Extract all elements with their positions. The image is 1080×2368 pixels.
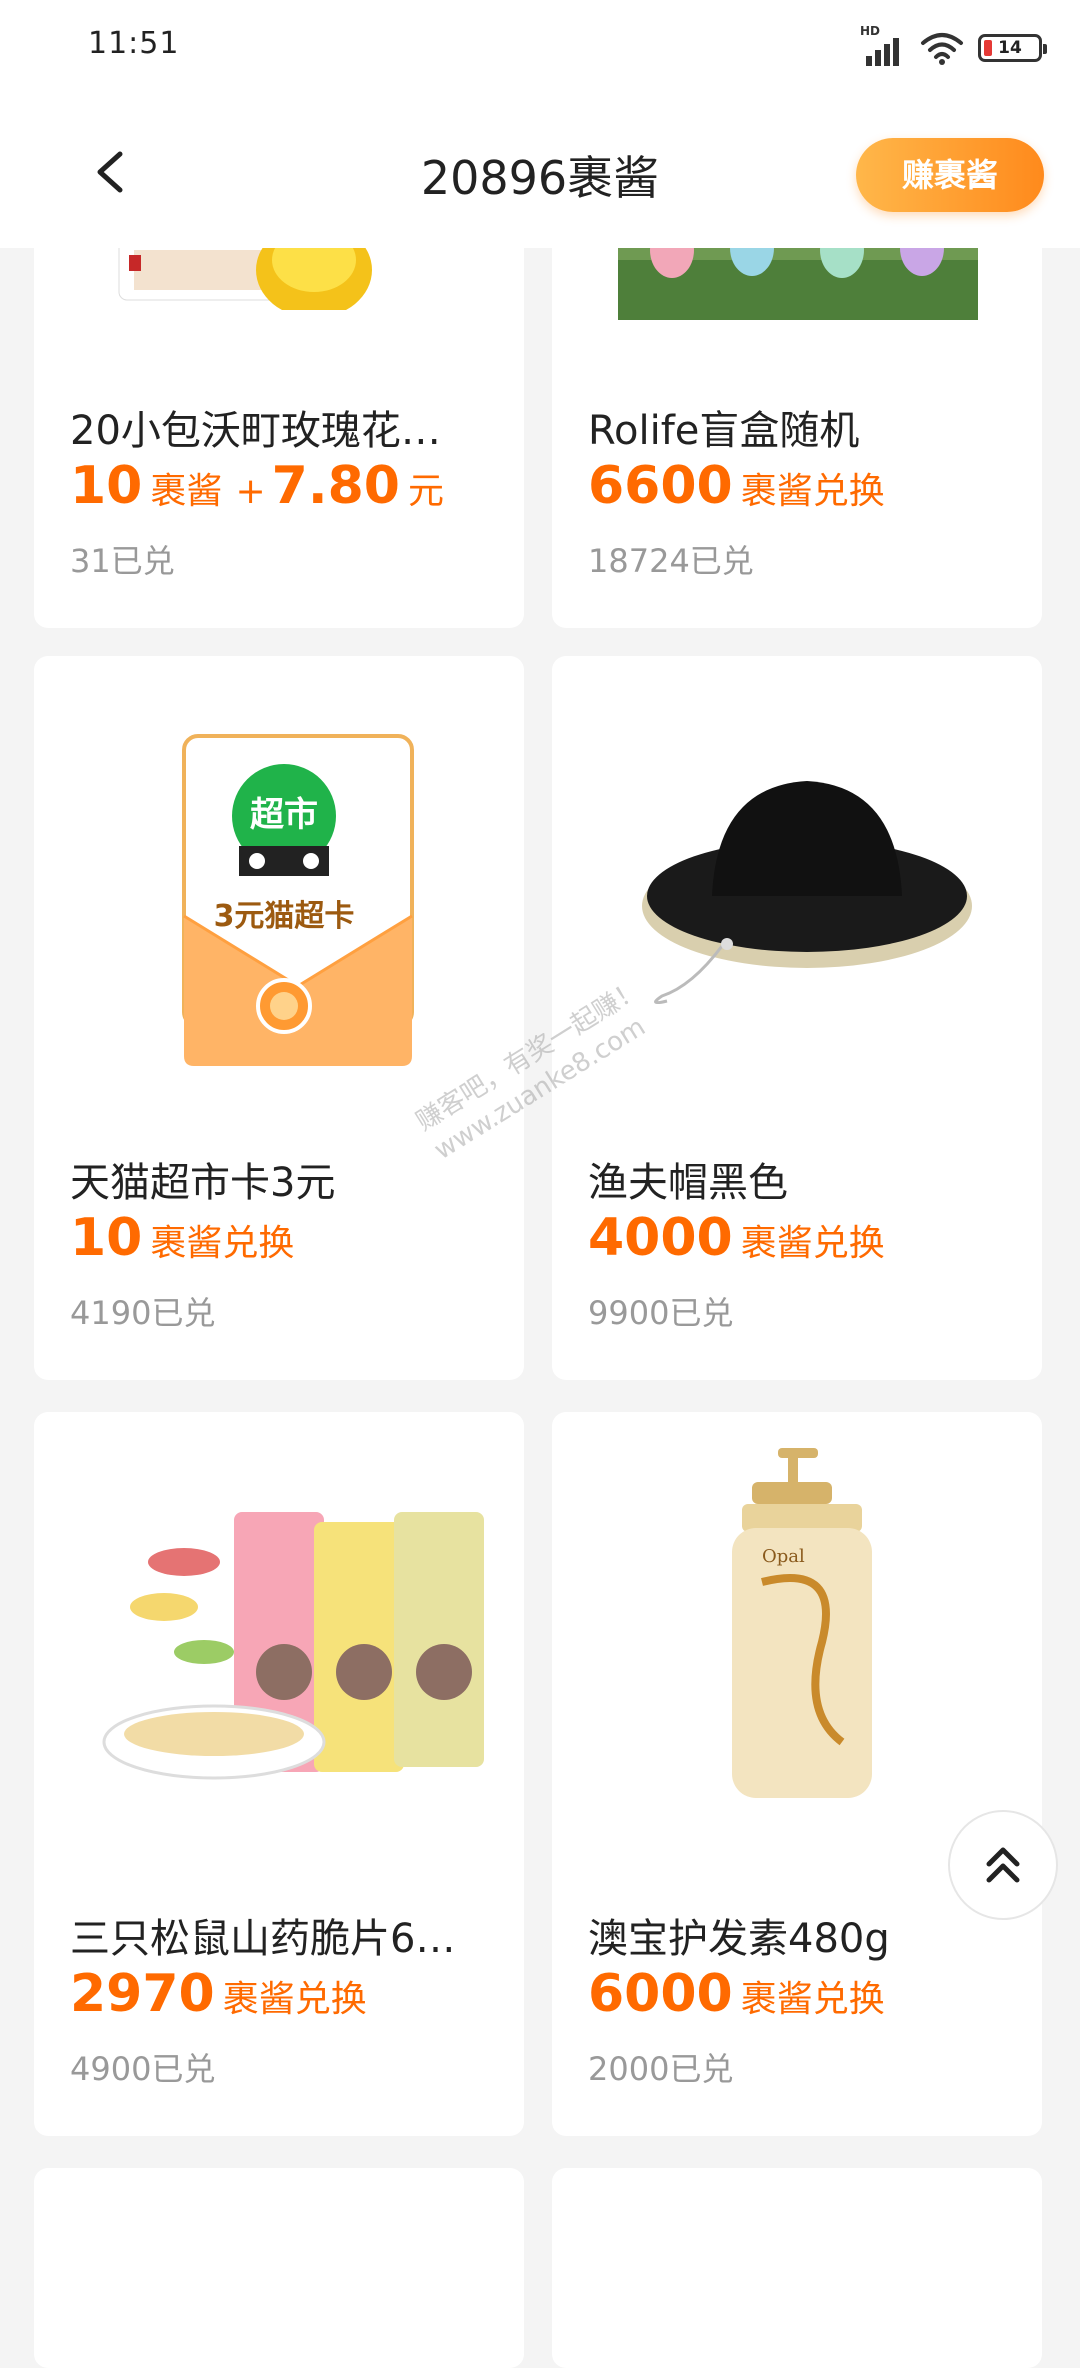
product-name: Rolife盲盒随机	[588, 408, 860, 454]
status-bar: 11:51 HD 14	[0, 0, 1080, 92]
tmall-supermarket-card-image: 超市 3元猫超卡	[34, 656, 524, 1116]
battery-level: 14	[998, 38, 1022, 58]
conditioner-bottle-image: Opal	[552, 1412, 1042, 1872]
product-name: 渔夫帽黑色	[588, 1160, 788, 1206]
product-name: 20小包沃町玫瑰花…	[70, 408, 441, 454]
scroll-to-top-button[interactable]	[948, 1810, 1058, 1920]
product-card[interactable]	[34, 2168, 524, 2368]
product-price: 10 裹酱兑换	[70, 1208, 295, 1268]
cellular-signal-icon: HD	[860, 24, 906, 66]
product-card[interactable]: 渔夫帽黑色 4000 裹酱兑换 9900已兑	[552, 656, 1042, 1380]
redeemed-count: 31已兑	[70, 542, 175, 580]
status-time: 11:51	[88, 26, 180, 61]
app-header: 20896裹酱 赚裹酱	[0, 92, 1080, 248]
product-price: 10 裹酱 +7.80 元	[70, 456, 444, 516]
double-chevron-up-icon	[986, 1847, 1020, 1883]
product-price: 6000 裹酱兑换	[588, 1964, 885, 2024]
product-name: 天猫超市卡3元	[70, 1160, 336, 1206]
product-price: 2970 裹酱兑换	[70, 1964, 367, 2024]
redeemed-count: 18724已兑	[588, 542, 754, 580]
product-price: 6600 裹酱兑换	[588, 456, 885, 516]
redeemed-count: 4190已兑	[70, 1294, 216, 1332]
product-name: 三只松鼠山药脆片6…	[70, 1916, 456, 1962]
status-icons: HD 14	[860, 24, 1047, 68]
product-card[interactable]	[552, 2168, 1042, 2368]
product-price: 4000 裹酱兑换	[588, 1208, 885, 1268]
product-card[interactable]: 三只松鼠山药脆片6… 2970 裹酱兑换 4900已兑	[34, 1412, 524, 2136]
earn-points-button[interactable]: 赚裹酱	[856, 138, 1044, 212]
black-bucket-hat-image	[552, 656, 1042, 1116]
bottle-brand-text: Opal	[762, 1546, 805, 1567]
wifi-icon	[921, 33, 963, 65]
card-badge-text: 超市	[250, 795, 318, 835]
redeemed-count: 9900已兑	[588, 1294, 734, 1332]
battery-icon: 14	[978, 34, 1047, 62]
product-card[interactable]: Opal 澳宝护发素480g 6000 裹酱兑换 2000已兑	[552, 1412, 1042, 2136]
card-label-text: 3元猫超卡	[214, 899, 355, 934]
yam-chips-image	[34, 1412, 524, 1872]
product-name: 澳宝护发素480g	[588, 1916, 890, 1962]
product-card[interactable]: 超市 3元猫超卡 天猫超市卡3元 10 裹酱兑换 4190已兑	[34, 656, 524, 1380]
redeemed-count: 2000已兑	[588, 2050, 734, 2088]
redeemed-count: 4900已兑	[70, 2050, 216, 2088]
